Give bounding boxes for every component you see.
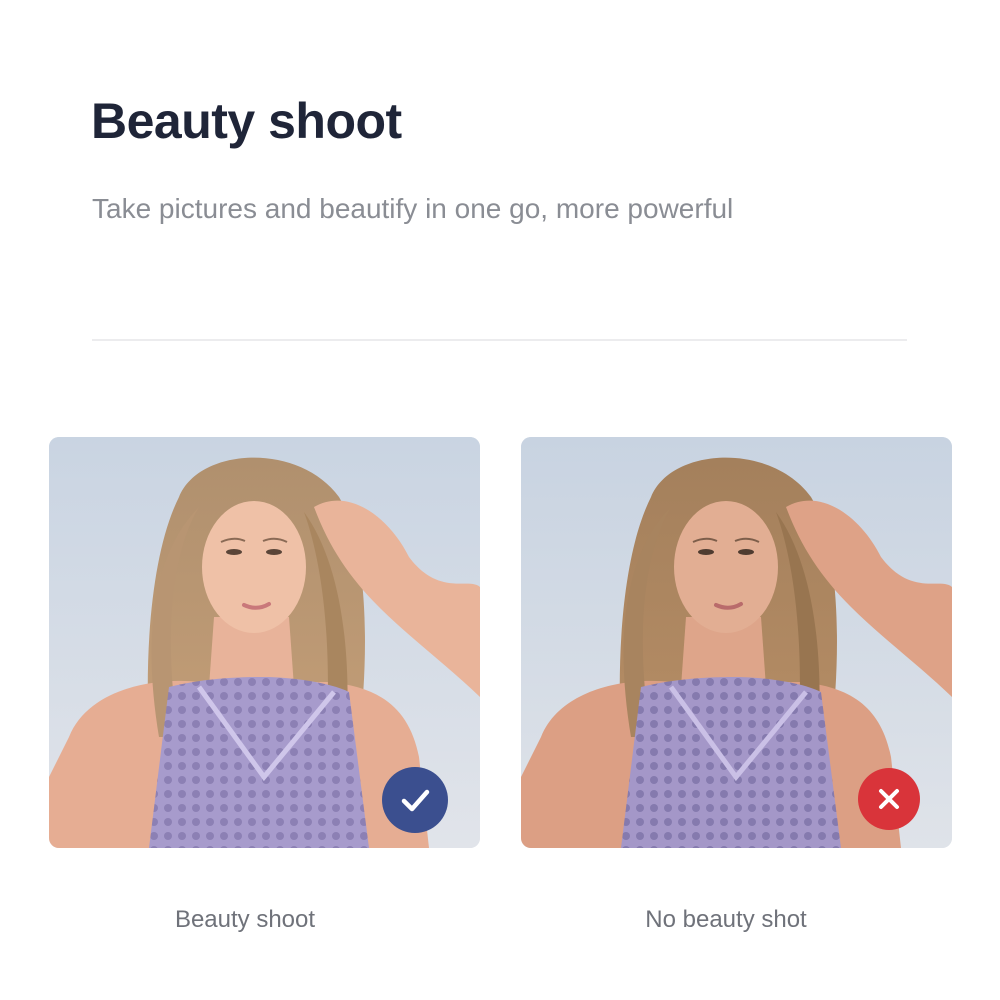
- page-title: Beauty shoot: [91, 93, 402, 149]
- beauty-caption: Beauty shoot: [174, 906, 316, 933]
- page-subtitle: Take pictures and beautify in one go, mo…: [92, 193, 734, 224]
- beauty-photo-card: [49, 437, 480, 848]
- divider: [92, 339, 907, 341]
- cross-icon: [879, 789, 899, 809]
- rejected-badge: [858, 768, 920, 830]
- no-beauty-photo-card: [521, 437, 952, 848]
- check-icon: [401, 789, 430, 812]
- page: Beauty shoot Take pictures and beautify …: [0, 0, 1000, 1000]
- approved-badge: [382, 767, 448, 833]
- no-beauty-caption: No beauty shot: [645, 906, 807, 933]
